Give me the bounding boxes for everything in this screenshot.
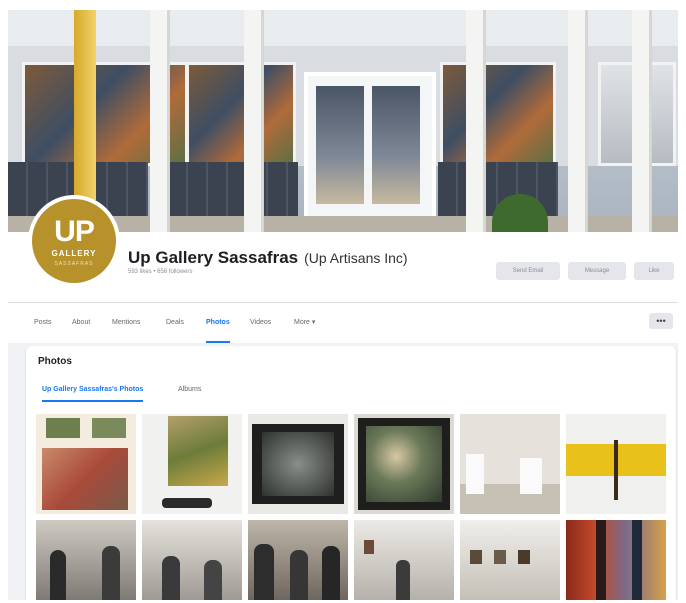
page-nav: Posts About Mentions Deals Photos Videos… (8, 302, 678, 343)
thumb-plinth (466, 454, 484, 494)
thumb-person (102, 546, 120, 600)
cover-pillar (150, 10, 170, 232)
tab-deals[interactable]: Deals (166, 303, 184, 343)
thumb-person (396, 560, 410, 600)
tab-mentions[interactable]: Mentions (112, 303, 140, 343)
facebook-page: UP GALLERY SASSAFRAS Up Gallery Sassafra… (8, 10, 678, 600)
photo-thumbnail[interactable] (248, 520, 348, 600)
thumb-art-piece (494, 550, 506, 564)
thumb-art-piece (92, 418, 126, 438)
tab-posts[interactable]: Posts (34, 303, 52, 343)
thumb-art-piece (470, 550, 482, 564)
send-email-button[interactable]: Send Email (496, 262, 560, 280)
photo-thumbnail[interactable] (566, 520, 666, 600)
cover-pillar (568, 10, 588, 232)
thumb-person (204, 560, 222, 600)
door-pane-left (316, 86, 364, 204)
thumb-person (162, 556, 180, 600)
photo-thumbnail[interactable] (460, 520, 560, 600)
profile-avatar[interactable]: UP GALLERY SASSAFRAS (28, 195, 120, 287)
tab-more[interactable]: More ▾ (294, 303, 315, 343)
cover-door (304, 72, 436, 220)
photo-thumbnail[interactable] (354, 520, 454, 600)
thumb-art-piece (168, 416, 228, 486)
cover-photo[interactable] (8, 10, 678, 232)
cover-pillar (244, 10, 264, 232)
logo-subtext-small: SASSAFRAS (54, 261, 94, 267)
thumb-art-piece (42, 448, 128, 510)
thumb-person (322, 546, 340, 600)
thumb-art-piece (518, 550, 530, 564)
page-alt-name: (Up Artisans Inc) (304, 250, 408, 266)
photo-thumbnail[interactable] (142, 414, 242, 514)
thumb-hanging-art (632, 520, 642, 600)
cover-window-mid (186, 62, 296, 166)
tab-albums[interactable]: Albums (178, 378, 201, 402)
photo-thumbnail[interactable] (566, 414, 666, 514)
page-meta: 593 likes • 658 followers (128, 269, 193, 275)
cover-pillar (632, 10, 652, 232)
thumb-plant (614, 440, 618, 500)
photo-thumbnail[interactable] (36, 520, 136, 600)
door-pane-right (372, 86, 420, 204)
photo-thumbnail[interactable] (248, 414, 348, 514)
photos-title: Photos (38, 356, 72, 367)
cover-pillar (466, 10, 486, 232)
photo-thumbnail[interactable] (36, 414, 136, 514)
thumb-art-piece (262, 432, 334, 496)
photo-thumbnail[interactable] (460, 414, 560, 514)
photo-thumbnail[interactable] (142, 520, 242, 600)
message-button[interactable]: Message (568, 262, 626, 280)
logo-text: UP (54, 215, 95, 248)
thumb-art-piece (366, 426, 442, 502)
thumb-art-piece (46, 418, 80, 438)
page-title: Up Gallery Sassafras (Up Artisans Inc) (128, 248, 408, 268)
cover-banner-flag (74, 10, 96, 200)
photo-thumbnail[interactable] (354, 414, 454, 514)
thumb-person (254, 544, 274, 600)
tab-about[interactable]: About (72, 303, 90, 343)
thumb-person (50, 550, 66, 600)
page-name: Up Gallery Sassafras (128, 248, 299, 267)
thumb-hanging-art (596, 520, 606, 600)
thumb-art-piece (364, 540, 374, 554)
more-options-button[interactable]: ••• (649, 313, 673, 329)
thumb-plinth (520, 458, 542, 494)
thumb-person (290, 550, 308, 600)
tab-videos[interactable]: Videos (250, 303, 271, 343)
logo-subtext: GALLERY (51, 249, 97, 258)
tab-photos[interactable]: Photos (206, 303, 230, 343)
tab-page-photos[interactable]: Up Gallery Sassafras's Photos (42, 378, 144, 402)
cover-window-right (440, 62, 556, 166)
photos-panel: Photos Up Gallery Sassafras's Photos Alb… (26, 346, 676, 600)
like-button[interactable]: Like (634, 262, 674, 280)
thumb-sculpture (162, 498, 212, 508)
